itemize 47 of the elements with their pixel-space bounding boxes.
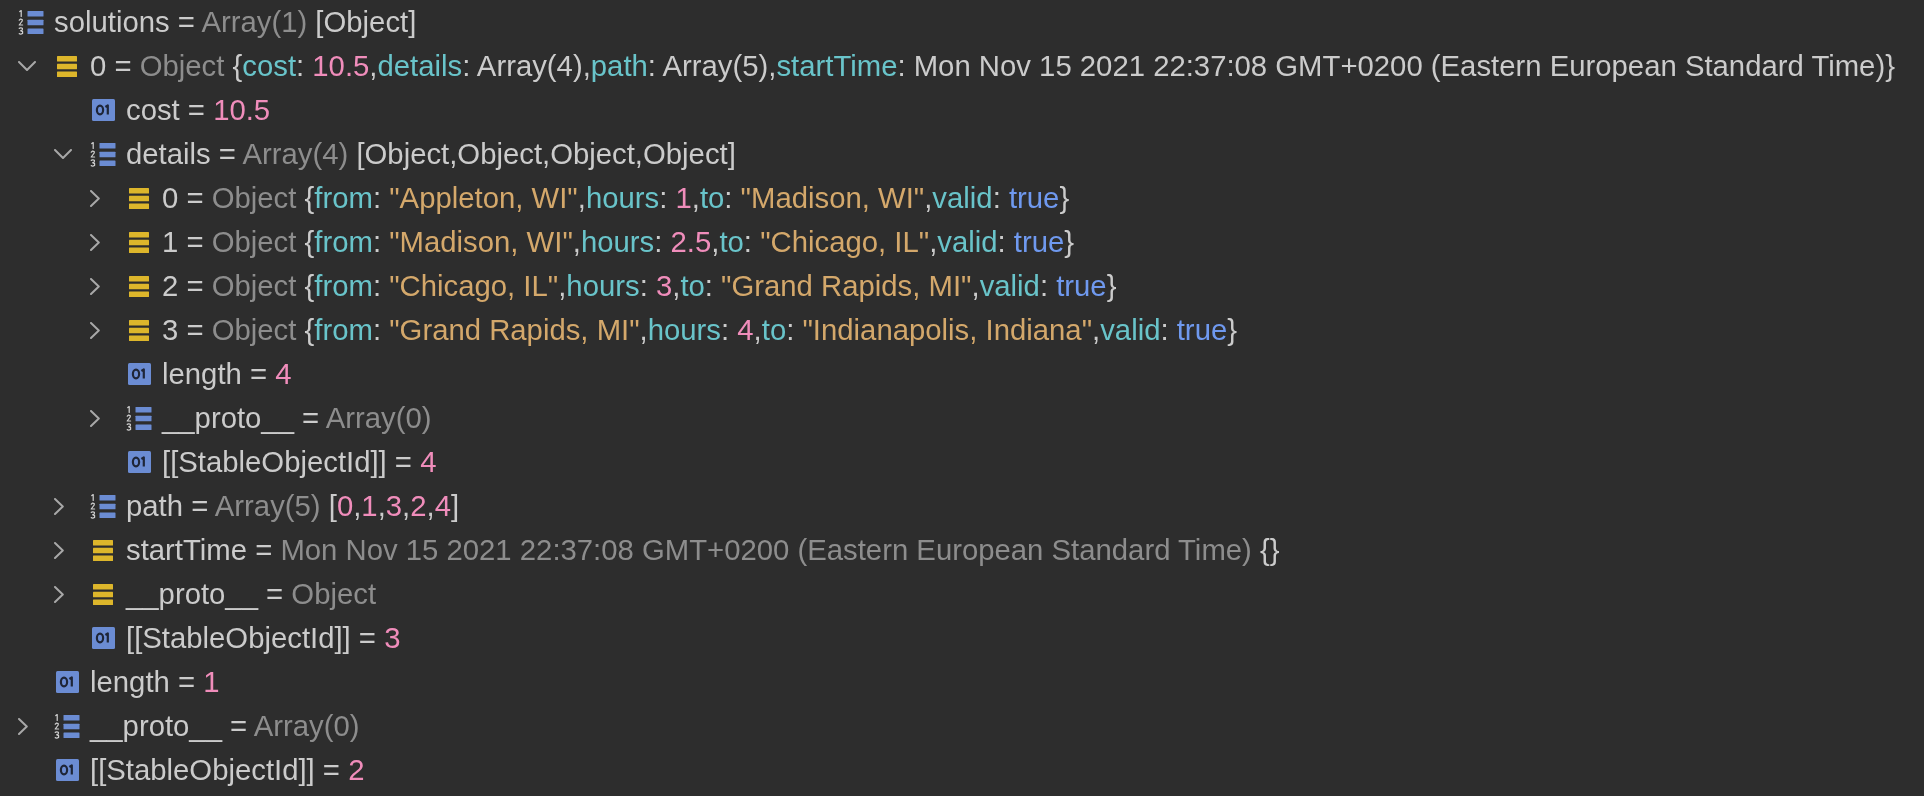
- stacked-bars-icon: [93, 539, 113, 561]
- variable-entry[interactable]: 0 = Object {from: "Appleton, WI",hours: 1,to: "Madison, WI",valid: true}: [162, 181, 1070, 215]
- variable-entry[interactable]: path = Array(5) [0,1,3,2,4]: [126, 489, 460, 523]
- variable-entry[interactable]: [[StableObjectId]] = 4: [162, 445, 437, 479]
- chevron-right-icon[interactable]: [90, 321, 100, 339]
- variable-entry[interactable]: 3 = Object {from: "Grand Rapids, MI",hours: 4,to: "Indianapolis, Indiana",valid: true}: [162, 313, 1237, 347]
- chevron-down-icon[interactable]: [18, 61, 36, 71]
- numbered-list-icon: [18, 9, 44, 35]
- variable-entry[interactable]: [[StableObjectId]] = 3: [126, 621, 401, 655]
- chevron-right-icon[interactable]: [18, 717, 28, 735]
- variable-entry[interactable]: solutions = Array(1) [Object]: [54, 5, 417, 39]
- chevron-right-icon[interactable]: [90, 189, 100, 207]
- binary-tile-icon: [128, 451, 151, 473]
- variable-entry[interactable]: 0 = Object {cost: 10.5,details: Array(4),path: Array(5),startTime: Mon Nov 15 2021 22:37:08 GMT+0200 (Eastern European Standard Time)}: [90, 49, 1895, 83]
- variable-entry[interactable]: 2 = Object {from: "Chicago, IL",hours: 3,to: "Grand Rapids, MI",valid: true}: [162, 269, 1117, 303]
- stacked-bars-icon: [129, 187, 149, 209]
- chevron-right-icon[interactable]: [54, 541, 64, 559]
- chevron-right-icon[interactable]: [54, 585, 64, 603]
- variable-entry[interactable]: length = 1: [90, 665, 220, 699]
- binary-tile-icon: [56, 759, 79, 781]
- variable-entry[interactable]: startTime = Mon Nov 15 2021 22:37:08 GMT+0200 (Eastern European Standard Time) {}: [126, 533, 1280, 567]
- stacked-bars-icon: [129, 231, 149, 253]
- numbered-list-icon: [54, 713, 80, 739]
- variable-entry[interactable]: cost = 10.5: [126, 93, 271, 127]
- chevron-right-icon[interactable]: [90, 277, 100, 295]
- binary-tile-icon: [92, 99, 115, 121]
- numbered-list-icon: [90, 493, 116, 519]
- variable-entry[interactable]: 1 = Object {from: "Madison, WI",hours: 2.5,to: "Chicago, IL",valid: true}: [162, 225, 1075, 259]
- variable-entry[interactable]: __proto__ = Array(0): [90, 709, 360, 743]
- stacked-bars-icon: [129, 275, 149, 297]
- stacked-bars-icon: [57, 55, 77, 77]
- variable-entry[interactable]: length = 4: [162, 357, 292, 391]
- stacked-bars-icon: [129, 319, 149, 341]
- binary-tile-icon: [92, 627, 115, 649]
- chevron-down-icon[interactable]: [54, 149, 72, 159]
- binary-tile-icon: [56, 671, 79, 693]
- variable-entry[interactable]: [[StableObjectId]] = 2: [90, 753, 365, 787]
- numbered-list-icon: [126, 405, 152, 431]
- chevron-right-icon[interactable]: [54, 497, 64, 515]
- chevron-right-icon[interactable]: [90, 409, 100, 427]
- stacked-bars-icon: [93, 583, 113, 605]
- numbered-list-icon: [90, 141, 116, 167]
- chevron-right-icon[interactable]: [90, 233, 100, 251]
- variable-entry[interactable]: __proto__ = Object: [126, 577, 377, 611]
- binary-tile-icon: [128, 363, 151, 385]
- variable-entry[interactable]: __proto__ = Array(0): [162, 401, 432, 435]
- variable-entry[interactable]: details = Array(4) [Object,Object,Object,Object]: [126, 137, 736, 171]
